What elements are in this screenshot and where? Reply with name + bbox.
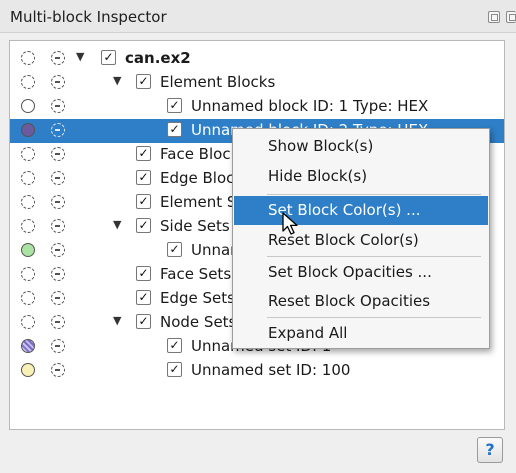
tree-row-element-blocks[interactable]: ▼ ✓ Element Blocks — [10, 71, 504, 95]
opacity-icon[interactable] — [51, 75, 65, 89]
tree-row-label: Unnamed block ID: 1 Type: HEX — [191, 97, 429, 115]
expand-arrow-icon[interactable]: ▼ — [113, 314, 121, 327]
tree-row-block-1[interactable]: ✓ Unnamed block ID: 1 Type: HEX — [10, 95, 504, 119]
visibility-checkbox[interactable]: ✓ — [136, 218, 151, 233]
tree-row-label: can.ex2 — [125, 49, 191, 67]
tree-row-label: Side Sets — [160, 217, 230, 235]
color-swatch-icon[interactable] — [21, 171, 35, 185]
visibility-checkbox[interactable]: ✓ — [167, 338, 182, 353]
visibility-checkbox[interactable]: ✓ — [136, 170, 151, 185]
menu-item-set-block-opacities[interactable]: Set Block Opacities ... — [234, 258, 488, 287]
menu-separator — [267, 317, 481, 318]
visibility-checkbox[interactable]: ✓ — [136, 290, 151, 305]
opacity-icon[interactable] — [51, 147, 65, 161]
visibility-checkbox[interactable]: ✓ — [136, 266, 151, 281]
opacity-icon[interactable] — [51, 195, 65, 209]
menu-item-label: Set Block Opacities ... — [268, 263, 432, 281]
tree-row-label: Edge Sets — [160, 289, 235, 307]
tree-row-can-ex2[interactable]: ▼ ✓ can.ex2 — [10, 47, 504, 71]
color-swatch-icon[interactable] — [21, 147, 35, 161]
color-swatch-icon[interactable] — [21, 123, 35, 137]
menu-item-label: Expand All — [268, 324, 348, 342]
float-icon[interactable] — [488, 11, 500, 23]
opacity-icon[interactable] — [51, 51, 65, 65]
color-swatch-icon[interactable] — [21, 315, 35, 329]
tree-row-node-set-100[interactable]: ✓ Unnamed set ID: 100 — [10, 359, 504, 383]
menu-item-label: Hide Block(s) — [268, 167, 368, 185]
visibility-checkbox[interactable]: ✓ — [167, 242, 182, 257]
menu-item-reset-block-colors[interactable]: Reset Block Color(s) — [234, 226, 488, 255]
opacity-icon[interactable] — [51, 219, 65, 233]
color-swatch-icon[interactable] — [21, 363, 35, 377]
opacity-icon[interactable] — [51, 339, 65, 353]
menu-item-hide-blocks[interactable]: Hide Block(s) — [234, 162, 488, 191]
color-swatch-icon[interactable] — [21, 195, 35, 209]
menu-item-reset-block-opacities[interactable]: Reset Block Opacities — [234, 287, 488, 316]
opacity-icon[interactable] — [51, 267, 65, 281]
opacity-icon[interactable] — [51, 291, 65, 305]
expand-arrow-icon[interactable]: ▼ — [113, 218, 121, 231]
menu-separator — [267, 194, 481, 195]
opacity-icon[interactable] — [51, 315, 65, 329]
visibility-checkbox[interactable]: ✓ — [136, 74, 151, 89]
context-menu: Show Block(s) Hide Block(s) Set Block Co… — [232, 128, 490, 349]
color-swatch-icon[interactable] — [21, 243, 35, 257]
color-swatch-icon[interactable] — [21, 291, 35, 305]
opacity-icon[interactable] — [51, 363, 65, 377]
visibility-checkbox[interactable]: ✓ — [167, 122, 182, 137]
help-button[interactable]: ? — [477, 437, 503, 463]
color-swatch-icon[interactable] — [21, 339, 35, 353]
tree-row-label: Unnamed set ID: 100 — [191, 361, 351, 379]
expand-arrow-icon[interactable]: ▼ — [113, 74, 121, 87]
menu-separator — [267, 256, 481, 257]
visibility-checkbox[interactable]: ✓ — [101, 50, 116, 65]
color-swatch-icon[interactable] — [21, 219, 35, 233]
opacity-icon[interactable] — [51, 123, 65, 137]
menu-item-set-block-colors[interactable]: Set Block Color(s) ... — [234, 196, 488, 225]
color-swatch-icon[interactable] — [21, 51, 35, 65]
expand-arrow-icon[interactable]: ▼ — [76, 50, 84, 63]
visibility-checkbox[interactable]: ✓ — [136, 194, 151, 209]
visibility-checkbox[interactable]: ✓ — [136, 146, 151, 161]
visibility-checkbox[interactable]: ✓ — [167, 362, 182, 377]
opacity-icon[interactable] — [51, 99, 65, 113]
tree-row-label: Element Blocks — [160, 73, 276, 91]
visibility-checkbox[interactable]: ✓ — [167, 98, 182, 113]
mouse-cursor-icon — [282, 212, 298, 235]
opacity-icon[interactable] — [51, 243, 65, 257]
tree-row-label: Face Sets — [160, 265, 232, 283]
menu-item-show-blocks[interactable]: Show Block(s) — [234, 132, 488, 161]
close-icon[interactable] — [506, 11, 516, 23]
color-swatch-icon[interactable] — [21, 75, 35, 89]
opacity-icon[interactable] — [51, 171, 65, 185]
menu-item-label: Reset Block Opacities — [268, 292, 431, 310]
visibility-checkbox[interactable]: ✓ — [136, 314, 151, 329]
menu-item-label: Show Block(s) — [268, 137, 374, 155]
color-swatch-icon[interactable] — [21, 267, 35, 281]
dock-title-bar: Multi-block Inspector — [0, 0, 516, 33]
tree-row-label: Node Sets — [160, 313, 237, 331]
color-swatch-icon[interactable] — [21, 99, 35, 113]
menu-item-expand-all[interactable]: Expand All — [234, 319, 488, 348]
panel-title: Multi-block Inspector — [10, 8, 167, 26]
